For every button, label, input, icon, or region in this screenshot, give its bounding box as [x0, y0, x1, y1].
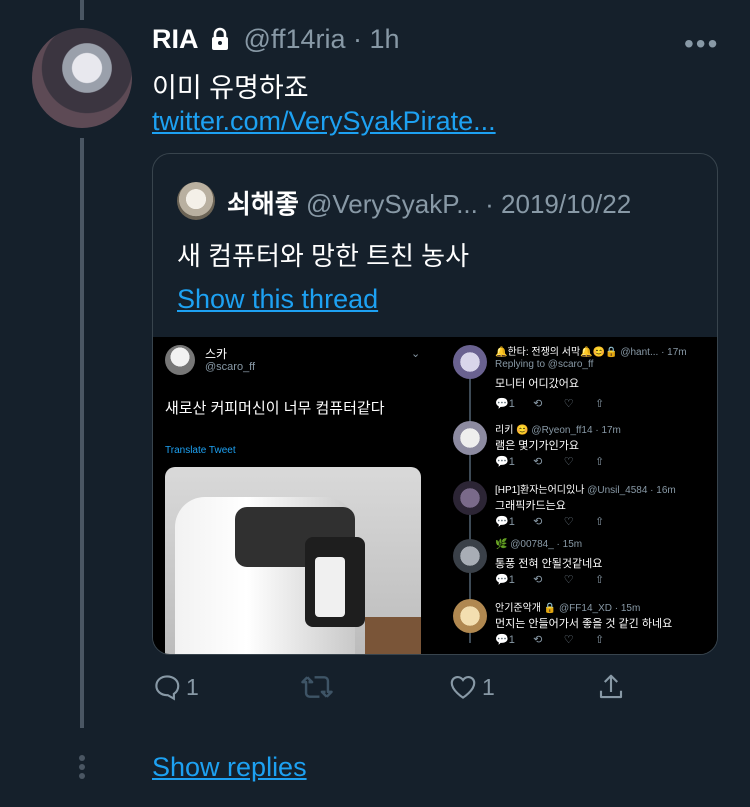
- reply-name: 리키 😊: [495, 425, 529, 436]
- coffee-machine-photo: [165, 467, 421, 654]
- separator: ·: [353, 24, 363, 54]
- reply-handle: @00784_: [510, 539, 554, 550]
- show-this-thread-link[interactable]: Show this thread: [177, 284, 378, 315]
- reply-name: [HP1]환자는어디있나: [495, 485, 585, 496]
- reply-count: 1: [508, 456, 515, 468]
- reply-item-5: 안기준악개 🔒 @FF14_XD · 15m 먼지는 안들어가서 좋을 것 같긴…: [439, 597, 717, 654]
- reply-avatar: [453, 539, 487, 573]
- reply-text: 그래픽카드는요: [495, 500, 566, 512]
- media-image-left[interactable]: 스카 @scaro_ff ⌄ 새로산 커피머신이 너무 컴퓨터같다 Transl…: [153, 337, 431, 654]
- show-replies-link[interactable]: Show replies: [152, 752, 307, 783]
- reply-name: 🌿: [495, 539, 508, 550]
- reply-button[interactable]: 1: [152, 672, 199, 702]
- reply-avatar: [453, 345, 487, 379]
- reply-count: 1: [508, 574, 515, 586]
- reply-count: 1: [508, 516, 515, 528]
- left-translate: Translate Tweet: [165, 445, 236, 456]
- quoted-tweet[interactable]: 쇠해좋 @VerySyakP... · 2019/10/22 새 컴퓨터와 망한…: [152, 153, 718, 655]
- reply-actions: 💬1 ⟲ ♡ ⇧: [495, 516, 605, 528]
- more-options-icon[interactable]: •••: [684, 28, 719, 60]
- quoted-avatar[interactable]: [177, 182, 215, 220]
- quoted-media[interactable]: 스카 @scaro_ff ⌄ 새로산 커피머신이 너무 컴퓨터같다 Transl…: [153, 337, 717, 654]
- reply-count: 1: [508, 398, 515, 410]
- left-handle: @scaro_ff: [205, 361, 256, 373]
- quoted-text: 새 컴퓨터와 망한 트친 농사: [177, 241, 470, 271]
- reply-item-2: 리키 😊 @Ryeon_ff14 · 17m 램은 몇기가인가요 💬1 ⟲ ♡ …: [439, 419, 717, 477]
- reply-avatar: [453, 421, 487, 455]
- like-button[interactable]: 1: [448, 672, 495, 702]
- thread-line: [80, 138, 84, 728]
- handle[interactable]: @ff14ria: [244, 24, 346, 54]
- reply-actions: 💬1 ⟲ ♡ ⇧: [495, 634, 605, 646]
- share-button[interactable]: [596, 672, 626, 702]
- like-count: 1: [482, 673, 495, 700]
- reply-text: 통풍 전혀 안될것같네요: [495, 558, 603, 570]
- share-icon: [599, 674, 623, 699]
- quoted-header: 쇠해좋 @VerySyakP... · 2019/10/22: [227, 184, 631, 221]
- reply-handle: @Ryeon_ff14: [531, 425, 593, 436]
- reply-text: 모니터 어디갔어요: [495, 378, 580, 390]
- reply-actions: 💬1 ⟲ ♡ ⇧: [495, 574, 605, 586]
- reply-text: 먼지는 안들어가서 좋을 것 같긴 하네요: [495, 618, 673, 630]
- tweet-header: RIA @ff14ria · 1h: [152, 24, 400, 58]
- reply-handle: @Unsil_4584: [587, 485, 648, 496]
- tweet-link[interactable]: twitter.com/VerySyakPirate...: [152, 106, 496, 137]
- media-image-right[interactable]: 🔔한타: 전쟁의 서막🔔😊🔒 @hant... · 17m Replying t…: [439, 337, 717, 654]
- more-replies-dots-icon: [79, 755, 85, 779]
- timestamp[interactable]: 1h: [370, 24, 400, 54]
- reply-handle: @FF14_XD: [559, 603, 612, 614]
- reply-item-4: 🌿 @00784_ · 15m 통풍 전혀 안될것같네요 💬1 ⟲ ♡ ⇧: [439, 537, 717, 595]
- reply-time: 16m: [656, 485, 676, 496]
- quoted-display-name: 쇠해좋: [227, 189, 299, 219]
- reply-time: 17m: [601, 425, 621, 436]
- reply-item-3: [HP1]환자는어디있나 @Unsil_4584 · 16m 그래픽카드는요 💬…: [439, 479, 717, 537]
- reply-avatar: [453, 599, 487, 633]
- tweet-actions: 1 1: [152, 672, 652, 712]
- thread-connector-top: [80, 0, 84, 20]
- lock-icon: [210, 27, 230, 58]
- display-name[interactable]: RIA: [152, 24, 199, 54]
- reply-count: 1: [508, 634, 515, 646]
- left-name: 스카: [205, 347, 228, 361]
- retweet-icon: [301, 676, 333, 698]
- left-chevron-icon: ⌄: [411, 348, 421, 360]
- reply-handle: @hant...: [620, 347, 659, 358]
- reply-time: 17m: [667, 347, 687, 358]
- reply-name: 🔔한타: 전쟁의 서막🔔😊🔒: [495, 347, 618, 358]
- reply-text: 램은 몇기가인가요: [495, 440, 580, 452]
- reply-icon: [155, 675, 180, 701]
- quoted-separator: ·: [485, 189, 494, 219]
- reply-actions: 💬1 ⟲ ♡ ⇧: [495, 398, 605, 410]
- quoted-date: 2019/10/22: [501, 189, 632, 219]
- reply-time: 15m: [562, 539, 583, 550]
- reply-count: 1: [186, 673, 199, 700]
- reply-item-1: 🔔한타: 전쟁의 서막🔔😊🔒 @hant... · 17m Replying t…: [439, 343, 717, 410]
- heart-icon: [450, 675, 476, 699]
- retweet-button[interactable]: [300, 672, 338, 702]
- avatar[interactable]: [32, 28, 132, 128]
- reply-actions: 💬1 ⟲ ♡ ⇧: [495, 456, 605, 468]
- reply-name: 안기준악개 🔒: [495, 603, 557, 614]
- reply-avatar: [453, 481, 487, 515]
- quoted-handle: @VerySyakP...: [306, 189, 478, 219]
- left-avatar: [165, 345, 195, 375]
- left-text: 새로산 커피머신이 너무 컴퓨터같다: [165, 400, 385, 417]
- tweet-text: 이미 유명하죠: [152, 73, 309, 103]
- reply-time: 15m: [620, 603, 641, 614]
- reply-sub: Replying to @scaro_ff: [495, 359, 594, 370]
